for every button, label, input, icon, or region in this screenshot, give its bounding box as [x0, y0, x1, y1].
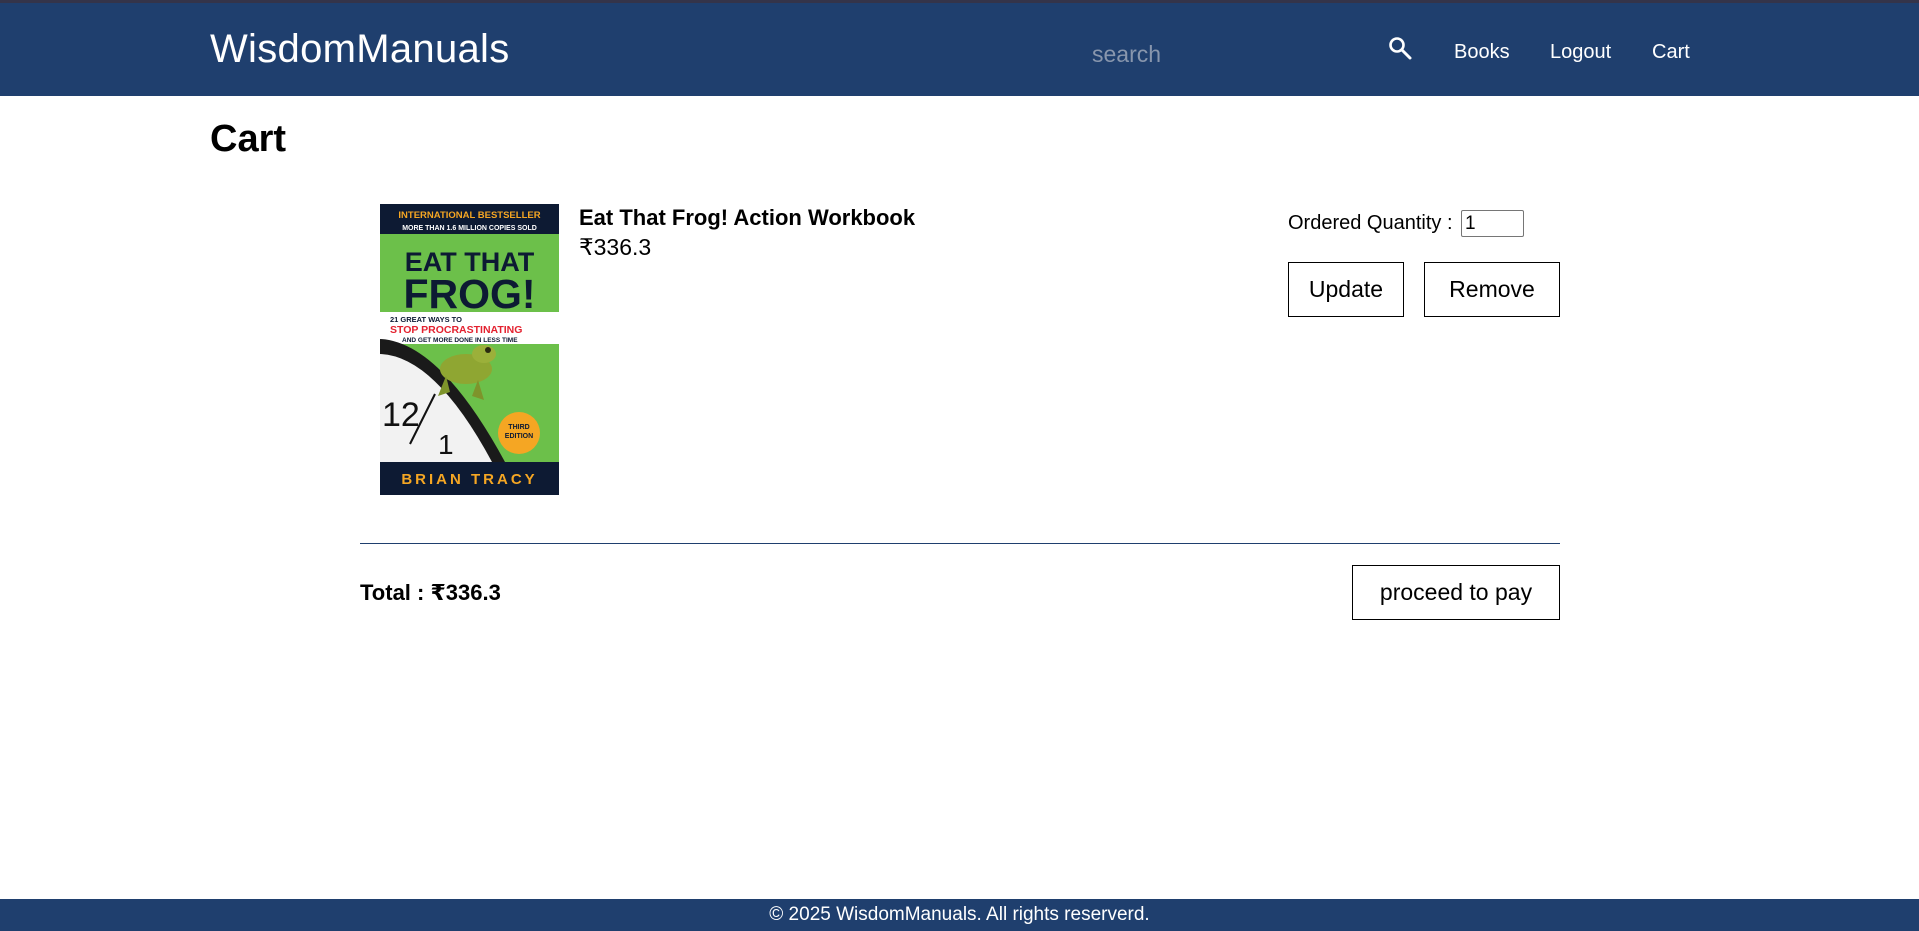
remove-button[interactable]: Remove	[1424, 262, 1560, 317]
item-price: ₹336.3	[579, 234, 652, 260]
cover-subtitle-line2: STOP PROCRASTINATING	[390, 324, 522, 336]
cover-title-line2: FROG!	[403, 271, 535, 317]
nav-logout-link[interactable]: Logout	[1550, 41, 1611, 64]
top-navbar: WisdomManuals Books Logout Cart	[0, 0, 1919, 96]
cover-badge-line2: EDITION	[505, 433, 533, 440]
nav-cart-link[interactable]: Cart	[1652, 41, 1690, 64]
proceed-to-pay-button[interactable]: proceed to pay	[1352, 565, 1560, 620]
quantity-label: Ordered Quantity :	[1288, 212, 1453, 234]
cover-author: BRIAN TRACY	[401, 471, 537, 488]
brand-logo[interactable]: WisdomManuals	[210, 27, 510, 72]
item-title[interactable]: Eat That Frog! Action Workbook	[579, 205, 915, 231]
book-cover-image: INTERNATIONAL BESTSELLER MORE THAN 1.6 M…	[380, 204, 559, 495]
footer: © 2025 WisdomManuals. All rights reserve…	[0, 899, 1919, 931]
nav-books-link[interactable]: Books	[1454, 41, 1510, 64]
footer-copyright: © 2025 WisdomManuals. All rights reserve…	[769, 904, 1150, 925]
cart-total: Total : ₹336.3	[360, 580, 501, 605]
cover-badge-line1: THIRD	[508, 424, 529, 431]
cover-banner-line1: INTERNATIONAL BESTSELLER	[398, 210, 540, 221]
search-input[interactable]	[1080, 35, 1370, 73]
quantity-input[interactable]	[1461, 210, 1524, 237]
svg-text:12: 12	[382, 396, 420, 434]
cover-subtitle-line1: 21 GREAT WAYS TO	[390, 315, 462, 324]
search-icon[interactable]	[1386, 34, 1414, 62]
cover-banner-line2: MORE THAN 1.6 MILLION COPIES SOLD	[402, 225, 537, 232]
cart-divider	[360, 543, 1560, 544]
update-button[interactable]: Update	[1288, 262, 1404, 317]
page-title: Cart	[210, 118, 287, 160]
cover-subtitle-line3: AND GET MORE DONE IN LESS TIME	[402, 337, 518, 344]
svg-text:1: 1	[438, 429, 454, 460]
